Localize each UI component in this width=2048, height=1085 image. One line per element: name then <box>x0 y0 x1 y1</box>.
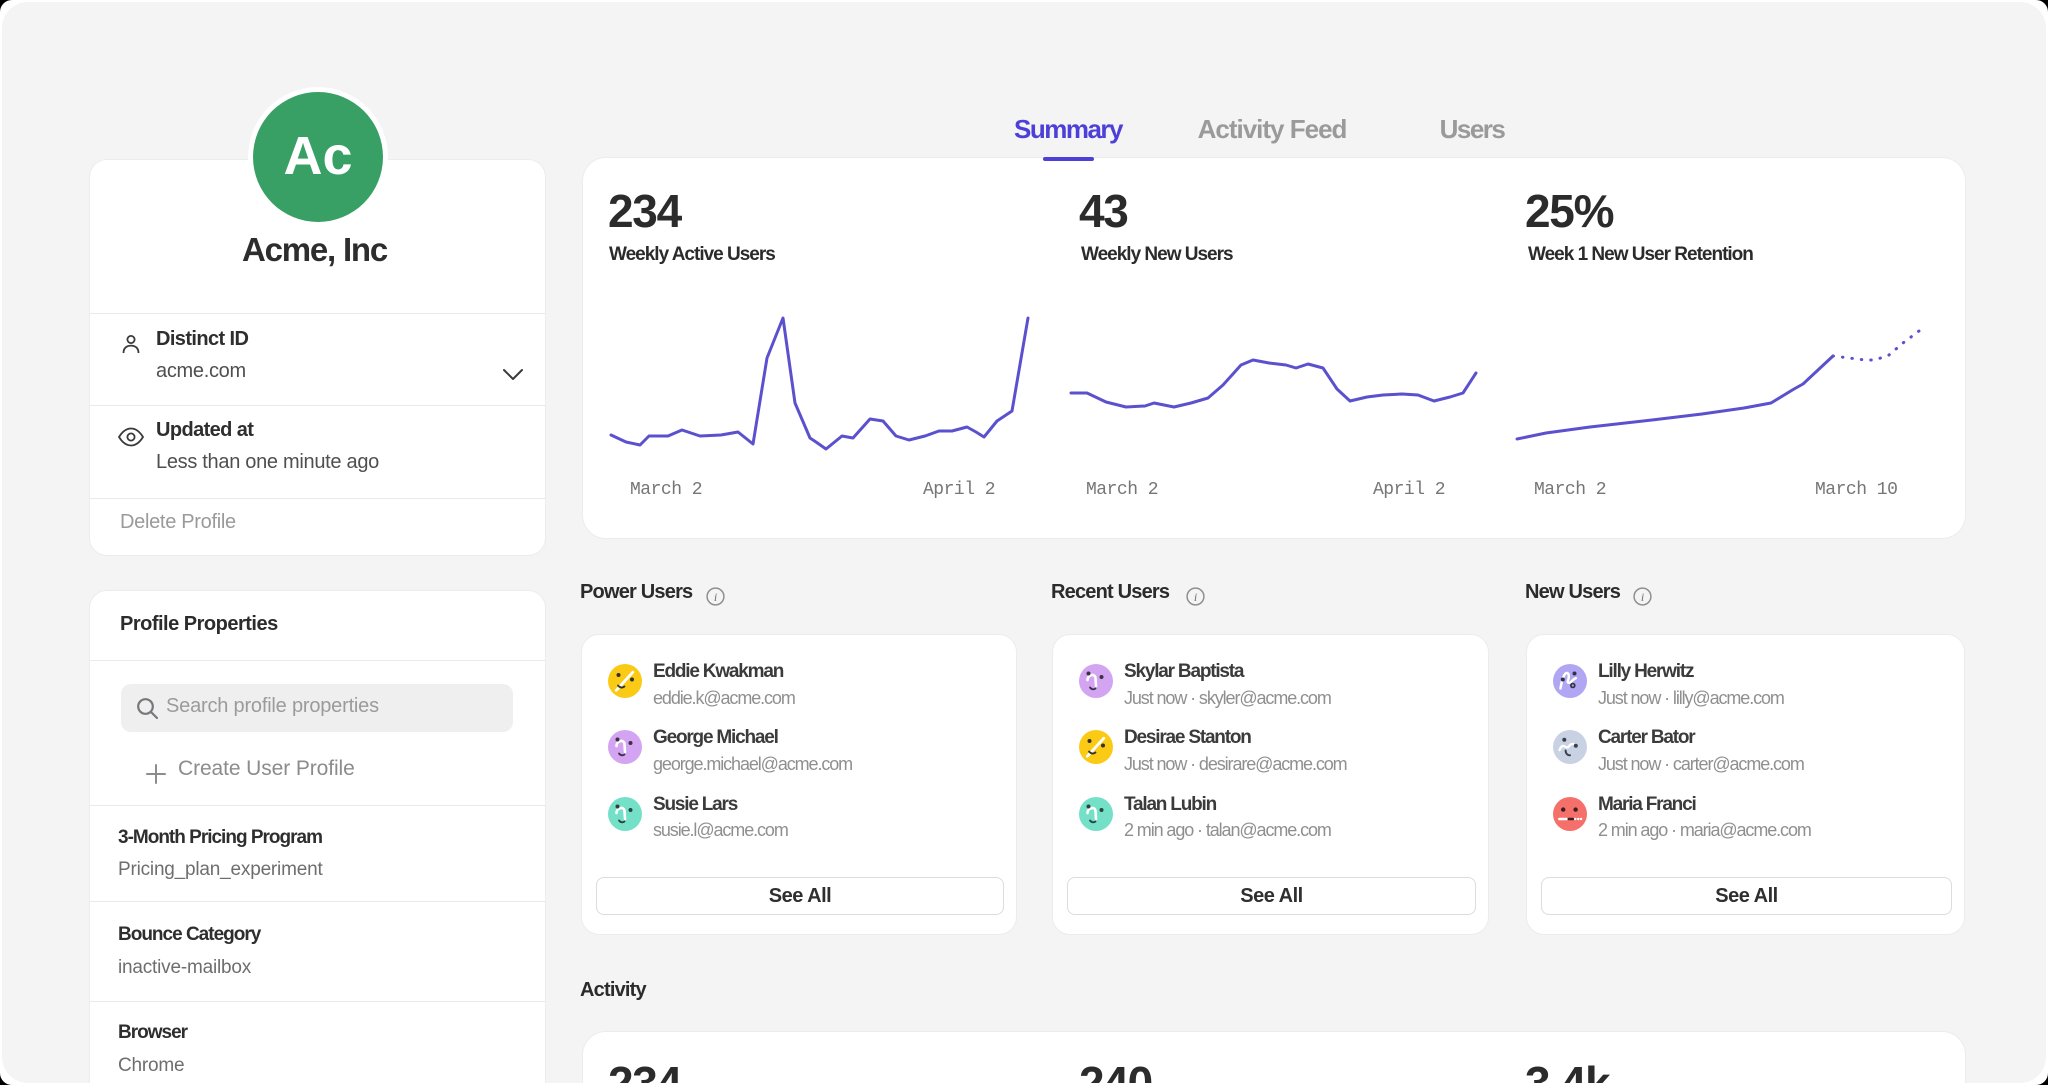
svg-text:i: i <box>1194 590 1197 604</box>
svg-text:i: i <box>714 590 717 604</box>
svg-text:i: i <box>1641 590 1644 604</box>
